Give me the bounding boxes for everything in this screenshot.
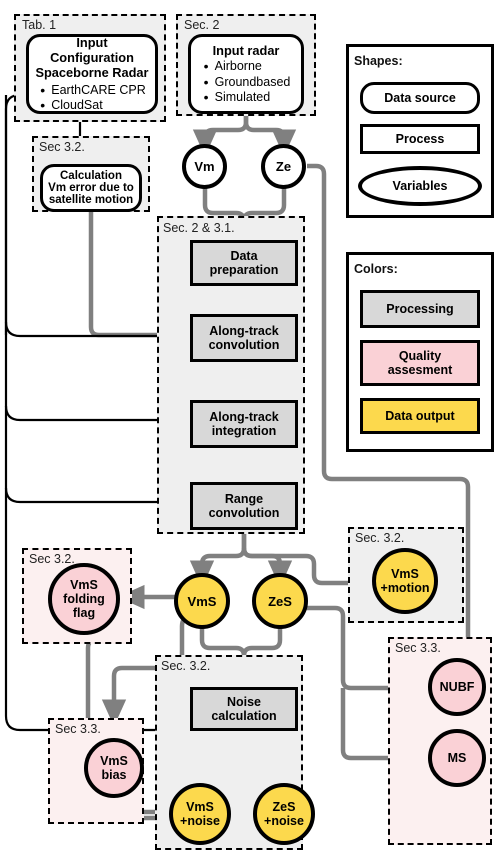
legend-color-quality-assesment: Quality assesment — [360, 340, 480, 386]
flowchart-canvas: Tab. 1 Sec. 2 Sec 3.2. Sec. 2 & 3.1. Sec… — [0, 0, 500, 858]
vms-motion-line1: VmS — [391, 567, 419, 581]
node-ze[interactable]: Ze — [261, 144, 306, 189]
node-data-preparation[interactable]: Data preparation — [190, 240, 298, 286]
node-calculation-vm-error[interactable]: Calculation Vm error due to satellite mo… — [40, 164, 142, 212]
vms-folding-flag-line1: VmS — [70, 578, 98, 592]
node-along-track-convolution[interactable]: Along-track convolution — [190, 314, 298, 362]
legend-colors-title: Colors: — [354, 262, 398, 276]
group-sec2-label: Sec. 2 — [184, 18, 220, 32]
vms-bias-line1: VmS — [100, 754, 128, 768]
group-sec33-qa-label: Sec 3.3. — [395, 641, 441, 655]
zes-noise-line2: +noise — [264, 814, 304, 828]
along-track-integration-line2: integration — [211, 424, 277, 438]
input-radar-title: Input radar — [212, 42, 280, 58]
noise-calculation-line1: Noise — [226, 695, 262, 709]
vms-noise-line1: VmS — [186, 800, 214, 814]
node-input-radar[interactable]: Input radar Airborne Groundbased Simulat… — [188, 34, 304, 114]
range-convolution-line1: Range — [224, 492, 264, 506]
calculation-line2: Vm error due to — [48, 182, 134, 194]
nubf-label: NUBF — [439, 680, 475, 694]
node-vms-bias[interactable]: VmS bias — [84, 738, 144, 798]
zes-noise-line1: ZeS — [272, 800, 296, 814]
zes-label: ZeS — [268, 593, 292, 609]
list-item: Simulated — [202, 89, 291, 106]
node-noise-calculation[interactable]: Noise calculation — [190, 687, 298, 731]
legend-color-data-output: Data output — [360, 398, 480, 434]
noise-calculation-line2: calculation — [211, 709, 277, 723]
legend-color-processing: Processing — [360, 290, 480, 328]
group-sec33-bias-label: Sec 3.3. — [55, 722, 101, 736]
legend-shape-variables-label: Variables — [392, 179, 448, 193]
vms-motion-line2: +motion — [380, 581, 430, 595]
legend-shape-variables: Variables — [358, 166, 482, 206]
node-vms-folding-flag[interactable]: VmS folding flag — [48, 563, 120, 635]
vms-bias-line2: bias — [101, 768, 127, 782]
node-input-configuration[interactable]: Input Configuration Spaceborne Radar Ear… — [26, 34, 158, 114]
vms-label: VmS — [187, 593, 217, 609]
group-sec32-calculation-label: Sec 3.2. — [39, 140, 85, 154]
legend-shape-process: Process — [360, 124, 480, 154]
input-radar-bullets: Airborne Groundbased Simulated — [202, 58, 291, 106]
group-sec32-noise-label: Sec. 3.2. — [161, 659, 211, 673]
node-ms[interactable]: MS — [428, 729, 486, 787]
node-range-convolution[interactable]: Range convolution — [190, 482, 298, 530]
legend-color-data-output-label: Data output — [385, 409, 455, 423]
calculation-line1: Calculation — [60, 170, 122, 182]
calculation-line3: satellite motion — [48, 194, 134, 206]
list-item: Groundbased — [202, 74, 291, 91]
ze-label: Ze — [275, 159, 292, 174]
input-configuration-bullets: EarthCARE CPR CloudSat — [38, 82, 145, 115]
legend-shape-data-source-label: Data source — [384, 91, 456, 105]
node-vms-noise[interactable]: VmS +noise — [169, 783, 231, 845]
list-item: EarthCARE CPR — [38, 82, 145, 99]
node-along-track-integration[interactable]: Along-track integration — [190, 400, 298, 448]
group-tab1-label: Tab. 1 — [22, 18, 57, 32]
list-item: Airborne — [202, 58, 291, 75]
node-vms[interactable]: VmS — [174, 573, 230, 629]
input-configuration-title-line2: Spaceborne Radar — [35, 65, 149, 81]
along-track-convolution-line2: convolution — [208, 338, 280, 352]
node-vms-motion[interactable]: VmS +motion — [372, 548, 438, 614]
legend-color-quality-line2: assesment — [387, 363, 453, 377]
group-sec32-folding-label: Sec 3.2. — [29, 552, 75, 566]
along-track-convolution-line1: Along-track — [209, 324, 279, 338]
range-convolution-line2: convolution — [208, 506, 280, 520]
input-configuration-title-line1: Input Configuration — [50, 34, 134, 66]
legend-shape-data-source: Data source — [360, 82, 480, 114]
node-nubf[interactable]: NUBF — [428, 658, 486, 716]
legend-shape-process-label: Process — [395, 132, 445, 146]
along-track-integration-line1: Along-track — [209, 410, 279, 424]
data-preparation-line1: Data — [230, 249, 258, 263]
data-preparation-line2: preparation — [209, 263, 279, 277]
group-sec2-31-label: Sec. 2 & 3.1. — [163, 221, 235, 235]
legend-shapes-title: Shapes: — [354, 54, 403, 68]
legend-color-quality-line1: Quality — [398, 349, 442, 363]
list-item: CloudSat — [38, 97, 145, 114]
vms-folding-flag-line3: flag — [72, 606, 96, 620]
vm-label: Vm — [194, 159, 215, 174]
legend-color-processing-label: Processing — [386, 302, 454, 316]
group-sec32-motion-label: Sec. 3.2. — [355, 531, 405, 545]
node-zes[interactable]: ZeS — [252, 573, 308, 629]
node-zes-noise[interactable]: ZeS +noise — [253, 783, 315, 845]
ms-label: MS — [447, 751, 467, 765]
vms-folding-flag-line2: folding — [63, 592, 105, 606]
node-vm[interactable]: Vm — [182, 144, 227, 189]
vms-noise-line2: +noise — [180, 814, 220, 828]
